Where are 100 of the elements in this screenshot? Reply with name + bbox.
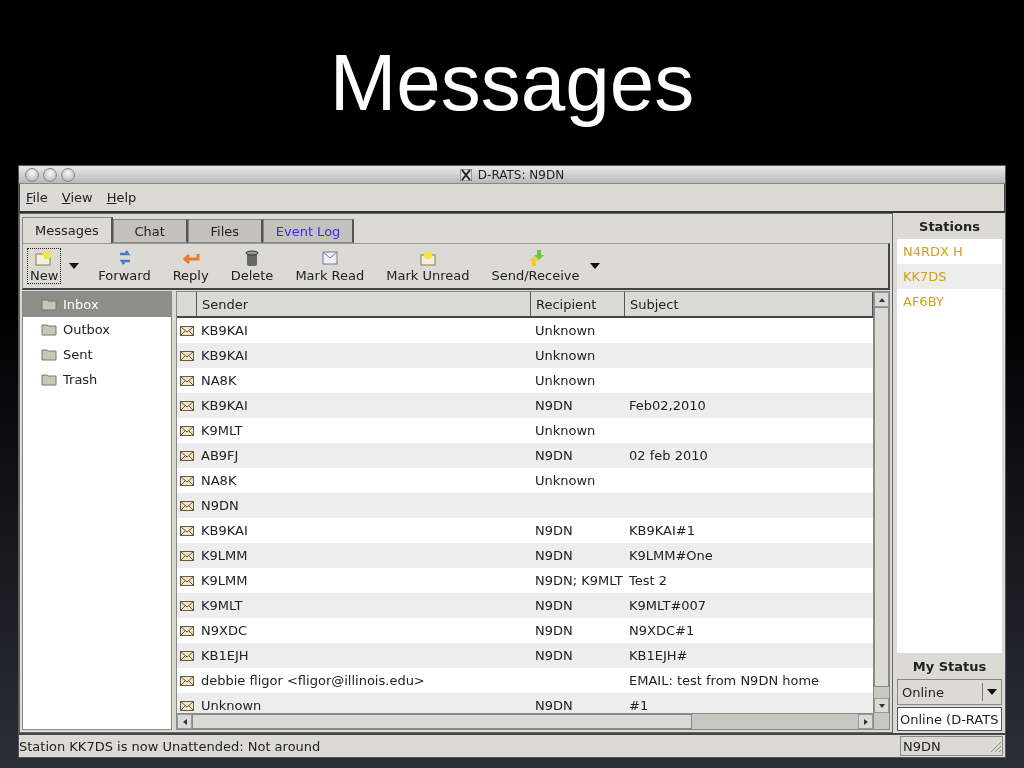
- envelope-icon: [180, 650, 194, 661]
- status-dropdown[interactable]: Online: [897, 679, 1002, 705]
- vertical-scrollbar[interactable]: [873, 292, 889, 729]
- caret-icon: [987, 689, 997, 695]
- table-cell-text: N9DN; K9MLT: [534, 572, 624, 590]
- message-row[interactable]: Unknown N9DN #1: [177, 693, 873, 713]
- message-row[interactable]: K9LMM N9DN K9LMM#One: [177, 543, 873, 568]
- table-cell-text: N9DN: [534, 597, 574, 615]
- table-cell-text: N9DN: [534, 647, 574, 665]
- toolbar-button[interactable]: New: [27, 248, 62, 284]
- table-cell-text: KB9KAI: [200, 397, 249, 415]
- table-cell-text: N9DN: [534, 522, 574, 540]
- scrollbar-thumb[interactable]: [874, 307, 889, 687]
- table-cell-text: Test 2: [628, 572, 668, 590]
- left-arrow-icon: [182, 718, 187, 725]
- table-cell-text: Unknown: [534, 422, 597, 440]
- tab[interactable]: Files: [187, 219, 263, 243]
- message-row[interactable]: N9DN: [177, 493, 873, 518]
- envelope-icon: [180, 375, 194, 386]
- scroll-up-button[interactable]: [874, 292, 889, 307]
- table-cell-text: KB9KAI: [200, 522, 249, 540]
- table-cell-text: K9LMM#One: [628, 547, 714, 565]
- folder-icon: [41, 348, 57, 361]
- folder-icon: [41, 373, 57, 386]
- table-cell-text: K9MLT: [200, 422, 244, 440]
- tab[interactable]: Messages: [22, 217, 113, 243]
- folder-icon: [41, 298, 57, 311]
- menu-item[interactable]: File: [26, 190, 48, 205]
- envelope-icon: [180, 625, 194, 636]
- table-cell-text: N9DN: [534, 547, 574, 565]
- toolbar-button[interactable]: Mark Unread: [383, 248, 473, 284]
- toolbar-button[interactable]: Delete: [227, 248, 277, 284]
- window-title: D-RATS: N9DN: [477, 167, 565, 182]
- envelope-icon: [180, 425, 194, 436]
- resize-grip-icon[interactable]: [988, 739, 1002, 753]
- table-cell-text: #1: [628, 697, 650, 713]
- menu-item[interactable]: View: [61, 190, 93, 205]
- toolbar-button[interactable]: Send/Receive: [488, 248, 583, 284]
- folder-icon: [41, 323, 57, 336]
- table-cell-text: K9LMM: [200, 572, 249, 590]
- message-row[interactable]: AB9FJ N9DN 02 feb 2010: [177, 443, 873, 468]
- table-cell-text: KB9KAI: [200, 322, 249, 340]
- column-header[interactable]: Sender: [197, 292, 531, 316]
- envelope-icon: [180, 325, 194, 336]
- table-cell-text: N9XDC#1: [628, 622, 696, 640]
- column-header[interactable]: Recipient: [531, 292, 625, 316]
- table-cell-text: Unknown: [534, 322, 597, 340]
- table-cell-text: K9MLT#007: [628, 597, 708, 615]
- envelope-icon: [180, 700, 194, 711]
- table-cell-text: NA8K: [200, 372, 238, 390]
- status-message-field[interactable]: Online (D-RATS: [897, 707, 1002, 731]
- window-control-button[interactable]: [25, 167, 39, 182]
- envelope-icon: [180, 500, 194, 511]
- slide-title: Messages: [329, 36, 695, 129]
- table-cell-text: KB1EJH#: [628, 647, 689, 665]
- caret-icon: [69, 263, 80, 269]
- envelope-icon: [180, 575, 194, 586]
- scrollbar-thumb[interactable]: [192, 714, 692, 729]
- toolbar-button[interactable]: Forward: [95, 248, 154, 284]
- table-cell-text: debbie fligor <fligor@illinois.edu>: [200, 672, 426, 690]
- tab[interactable]: Event Log: [262, 219, 355, 243]
- message-row[interactable]: KB1EJH N9DN KB1EJH#: [177, 643, 873, 668]
- message-row[interactable]: K9MLT N9DN K9MLT#007: [177, 593, 873, 618]
- table-cell-text: N9XDC: [200, 622, 248, 640]
- window-control-button[interactable]: [43, 167, 57, 182]
- scroll-down-button[interactable]: [874, 698, 889, 713]
- envelope-star-icon: [417, 249, 438, 267]
- open-envelope-icon: [319, 249, 340, 267]
- table-cell-text: K9LMM: [200, 547, 249, 565]
- caret-icon: [590, 263, 601, 269]
- table-cell-text: Unknown: [534, 347, 597, 365]
- table-cell-text: Unknown: [534, 472, 597, 490]
- right-arrow-icon: [863, 718, 868, 725]
- table-cell-text: N9DN: [200, 497, 240, 515]
- table-cell-text: Unknown: [200, 697, 263, 713]
- envelope-icon: [180, 400, 194, 411]
- envelope-icon: [180, 350, 194, 361]
- table-cell-text: KB1EJH: [200, 647, 250, 665]
- panel-title: My Status: [911, 657, 988, 676]
- horizontal-scrollbar[interactable]: [177, 713, 873, 729]
- table-cell-text: K9MLT: [200, 597, 244, 615]
- up-arrow-icon: [878, 297, 885, 302]
- table-cell-text: N9DN: [534, 397, 574, 415]
- envelope-icon: [180, 475, 194, 486]
- message-row[interactable]: KB9KAI N9DN Feb02,2010: [177, 393, 873, 418]
- tab[interactable]: Chat: [112, 219, 188, 243]
- message-row[interactable]: KB9KAI Unknown: [177, 343, 873, 368]
- window-control-button[interactable]: [61, 167, 75, 182]
- envelope-icon: [180, 675, 194, 686]
- table-cell-text: N9DN: [534, 697, 574, 713]
- toolbar-button[interactable]: Mark Read: [292, 248, 368, 284]
- x-logo-icon: [459, 168, 472, 181]
- toolbar-button[interactable]: Reply: [169, 248, 212, 284]
- scroll-left-button[interactable]: [177, 714, 192, 729]
- menu-item[interactable]: Help: [106, 190, 137, 205]
- table-cell-text: 02 feb 2010: [628, 447, 709, 465]
- scroll-right-button[interactable]: [858, 714, 873, 729]
- table-cell-text: AB9FJ: [200, 447, 240, 465]
- panel-title: Stations: [918, 217, 981, 236]
- table-cell-text: N9DN: [534, 622, 574, 640]
